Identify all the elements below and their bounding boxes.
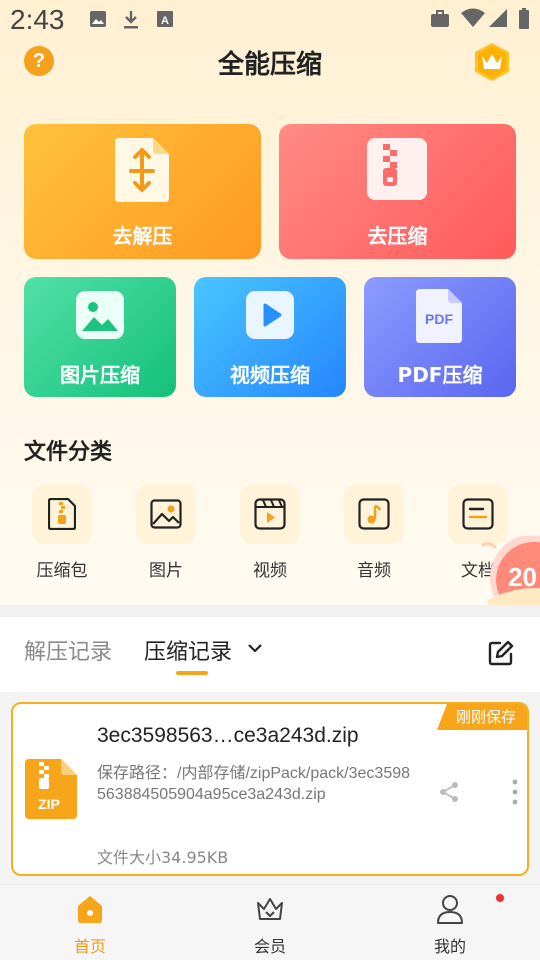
font-icon: A <box>157 11 173 27</box>
nav-vip[interactable]: 会员 <box>180 885 360 960</box>
file-path-label: 保存路径： <box>97 763 178 782</box>
crown-icon <box>257 898 283 920</box>
file-path: 保存路径：/内部存储/zipPack/pack/3ec3598563884505… <box>97 762 417 805</box>
nav-home-label: 首页 <box>73 937 106 956</box>
briefcase-icon <box>431 10 449 27</box>
picture-icon <box>150 499 182 529</box>
pdf-file-icon: PDF <box>416 289 462 343</box>
video-icon <box>254 498 286 530</box>
status-bar: 2:43 A <box>0 0 540 44</box>
download-icon <box>124 11 138 29</box>
zip-card-label: 去压缩 <box>367 224 428 248</box>
nav-mine[interactable]: 我的 <box>360 885 540 960</box>
nav-vip-label: 会员 <box>253 937 286 956</box>
gallery-icon <box>90 11 106 27</box>
file-size: 文件大小34.95KB <box>97 848 229 867</box>
unzip-card[interactable]: 去解压 <box>24 124 261 259</box>
zip-archive-icon: ZIP <box>25 759 77 819</box>
unzip-card-label: 去解压 <box>112 224 173 248</box>
bottom-navigation: 首页 会员 我的 <box>0 884 540 960</box>
notification-dot <box>496 894 504 902</box>
category-label: 压缩包 <box>36 561 88 581</box>
zip-file-icon <box>367 138 427 200</box>
zip-icon-text: ZIP <box>38 796 60 812</box>
file-record-card[interactable]: 刚刚保存 ZIP 3ec3598563…ce3a243d.zip 保存路径：/内… <box>11 702 529 876</box>
tab-unzip-records[interactable]: 解压记录 <box>24 634 112 666</box>
category-image[interactable]: 图片 <box>126 484 206 581</box>
vip-crown-icon[interactable] <box>472 42 512 82</box>
nav-mine-label: 我的 <box>433 937 466 956</box>
zip-card[interactable]: 去压缩 <box>279 124 516 259</box>
category-archive[interactable]: 压缩包 <box>22 484 102 581</box>
app-title: 全能压缩 <box>217 50 322 80</box>
category-label: 音频 <box>357 561 391 581</box>
pdf-compress-label: PDF压缩 <box>397 363 483 387</box>
wifi-icon <box>461 8 485 27</box>
category-video[interactable]: 视频 <box>230 484 310 581</box>
more-options-icon[interactable] <box>505 778 525 806</box>
archive-icon <box>48 498 76 530</box>
promo-number: 20 <box>508 562 537 592</box>
category-label: 视频 <box>253 561 287 581</box>
play-icon <box>246 291 294 339</box>
pdf-compress-card[interactable]: PDF PDF压缩 <box>364 277 516 397</box>
image-compress-label: 图片压缩 <box>60 363 140 387</box>
tab-zip-records[interactable]: 压缩记录 <box>144 634 232 666</box>
signal-icon <box>489 9 507 27</box>
tab-active-indicator <box>176 671 208 675</box>
image-icon <box>76 291 124 339</box>
file-name: 3ec3598563…ce3a243d.zip <box>97 724 359 747</box>
video-compress-card[interactable]: 视频压缩 <box>194 277 346 397</box>
section-divider <box>0 605 540 617</box>
svg-text:A: A <box>161 15 169 27</box>
saved-badge-text: 刚刚保存 <box>455 708 516 726</box>
user-icon <box>437 895 463 924</box>
pdf-icon-text: PDF <box>425 311 453 327</box>
share-icon[interactable] <box>437 780 461 804</box>
music-icon <box>358 498 390 530</box>
chevron-down-icon[interactable] <box>248 643 262 653</box>
saved-badge: 刚刚保存 <box>437 704 527 730</box>
home-icon <box>78 896 102 923</box>
edit-icon[interactable] <box>488 640 514 666</box>
category-audio[interactable]: 音频 <box>334 484 414 581</box>
battery-icon <box>519 8 529 29</box>
status-time: 2:43 <box>10 4 65 35</box>
document-icon <box>462 498 494 530</box>
unzip-file-icon <box>115 138 169 202</box>
category-label: 图片 <box>149 561 183 581</box>
file-categories-title: 文件分类 <box>24 440 113 465</box>
video-compress-label: 视频压缩 <box>230 363 310 387</box>
nav-home[interactable]: 首页 <box>0 885 180 960</box>
image-compress-card[interactable]: 图片压缩 <box>24 277 176 397</box>
